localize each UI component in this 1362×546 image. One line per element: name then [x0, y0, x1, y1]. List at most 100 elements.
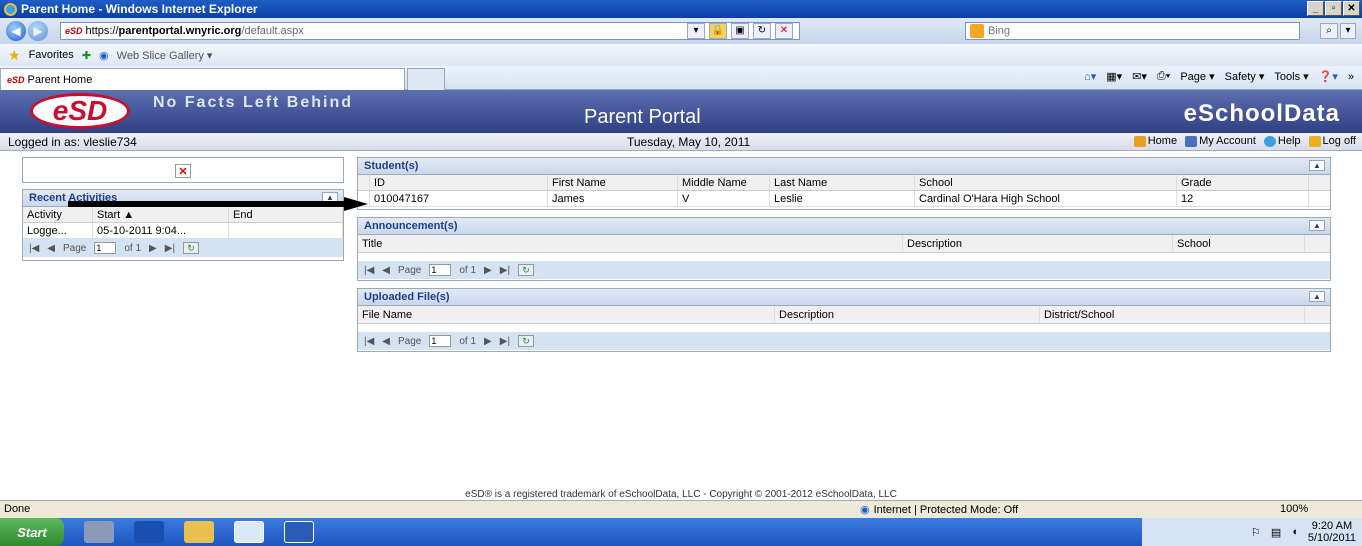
page-input[interactable] — [94, 242, 117, 254]
clock-time: 9:20 AM — [1311, 520, 1353, 532]
close-window-button[interactable]: ✕ — [1343, 1, 1360, 16]
computer-icon[interactable] — [84, 521, 114, 543]
site-favicon: eSD — [65, 26, 83, 36]
last-page-icon[interactable]: ▶| — [165, 243, 175, 254]
lock-icon[interactable]: 🔒 — [709, 23, 727, 39]
page-input[interactable] — [429, 335, 452, 347]
students-panel: Student(s) ▲ ID First Name Middle Name L… — [357, 157, 1331, 210]
home-link[interactable]: Home — [1133, 135, 1177, 147]
column-header[interactable]: Description — [903, 235, 1173, 252]
feeds-icon[interactable]: ▦▾ — [1106, 70, 1122, 83]
folder-icon[interactable] — [184, 521, 214, 543]
collapse-icon[interactable]: ▲ — [1309, 160, 1325, 171]
web-slice-icon: ◉ — [99, 49, 109, 62]
collapse-icon[interactable]: ▲ — [1309, 291, 1325, 302]
compat-view-icon[interactable]: ▣ — [731, 23, 749, 39]
column-header[interactable]: Last Name — [770, 175, 915, 190]
page-label: Page — [398, 264, 422, 276]
maximize-button[interactable]: ▫ — [1325, 1, 1342, 16]
prev-page-icon[interactable]: ◀ — [382, 336, 390, 347]
search-input[interactable]: Bing — [965, 22, 1300, 40]
portal-title: Parent Portal — [584, 106, 701, 128]
chevron-right-icon[interactable]: » — [1348, 71, 1354, 83]
next-page-icon[interactable]: ▶ — [484, 336, 492, 347]
zoom-level[interactable]: 100% — [1280, 503, 1308, 515]
refresh-icon[interactable]: ↻ — [518, 335, 535, 347]
word-icon[interactable] — [284, 521, 314, 543]
status-bar: Done ◉ Internet | Protected Mode: Off 100… — [0, 500, 1362, 518]
web-slice-gallery-link[interactable]: Web Slice Gallery ▾ — [117, 49, 213, 62]
help-command-icon[interactable]: ❓▾ — [1319, 70, 1338, 83]
my-account-link[interactable]: My Account — [1185, 135, 1256, 147]
search-icon[interactable]: ⌕ — [1320, 23, 1338, 39]
address-bar[interactable]: eSD https://parentportal.wnyric.org/defa… — [60, 22, 800, 40]
safety-menu[interactable]: Safety ▾ — [1225, 70, 1265, 83]
next-page-icon[interactable]: ▶ — [149, 243, 157, 254]
stop-icon[interactable]: ✕ — [775, 23, 793, 39]
next-page-icon[interactable]: ▶ — [484, 265, 492, 276]
column-header[interactable]: First Name — [548, 175, 678, 190]
last-page-icon[interactable]: ▶| — [500, 336, 510, 347]
broken-image-icon: ✕ — [175, 164, 191, 178]
favorites-button[interactable]: Favorites — [29, 49, 74, 61]
grid-header: File Name Description District/School — [358, 306, 1330, 324]
column-header[interactable]: District/School — [1040, 306, 1305, 323]
back-button[interactable]: ◀ — [6, 21, 26, 41]
add-favorite-icon[interactable]: ✚ — [82, 49, 91, 62]
column-header[interactable]: Description — [775, 306, 1040, 323]
table-row[interactable]: 010047167 James V Leslie Cardinal O'Hara… — [358, 191, 1330, 207]
help-link[interactable]: Help — [1263, 135, 1301, 147]
search-options-icon[interactable]: ▾ — [1340, 23, 1356, 39]
first-page-icon[interactable]: |◀ — [29, 243, 39, 254]
page-input[interactable] — [429, 264, 452, 276]
tools-menu[interactable]: Tools ▾ — [1274, 70, 1308, 83]
url-host: parentportal.wnyric.org — [118, 25, 242, 37]
home-command-icon[interactable]: ⌂▾ — [1084, 70, 1096, 83]
column-header[interactable]: School — [1173, 235, 1305, 252]
start-button[interactable]: Start — [0, 518, 64, 546]
mail-icon[interactable]: ✉▾ — [1132, 70, 1147, 83]
dropdown-icon[interactable]: ▾ — [687, 23, 705, 39]
page-menu[interactable]: Page ▾ — [1180, 70, 1214, 83]
clock[interactable]: 9:20 AM 5/10/2011 — [1308, 520, 1356, 544]
print-icon[interactable]: ⎙▾ — [1157, 70, 1170, 83]
collapse-icon[interactable]: ▲ — [1309, 220, 1325, 231]
tagline: No Facts Left Behind — [153, 94, 354, 111]
account-icon — [1185, 135, 1198, 147]
new-tab-button[interactable] — [407, 68, 445, 90]
prev-page-icon[interactable]: ◀ — [382, 265, 390, 276]
column-header[interactable]: Title — [358, 235, 903, 252]
prev-page-icon[interactable]: ◀ — [47, 243, 55, 254]
column-header[interactable]: Middle Name — [678, 175, 770, 190]
powershell-icon[interactable] — [134, 521, 164, 543]
first-page-icon[interactable]: |◀ — [364, 265, 374, 276]
network-icon[interactable]: ▤ — [1271, 526, 1281, 539]
cell — [229, 223, 343, 238]
internet-explorer-icon[interactable] — [234, 521, 264, 543]
tab-parent-home[interactable]: eSD Parent Home — [0, 68, 405, 90]
column-header[interactable]: ID — [370, 175, 548, 190]
page-count: of 1 — [124, 242, 142, 254]
last-page-icon[interactable]: ▶| — [500, 265, 510, 276]
column-header[interactable]: Grade — [1177, 175, 1309, 190]
help-label: Help — [1277, 135, 1301, 147]
forward-button[interactable]: ▶ — [28, 21, 48, 41]
ie-icon — [4, 2, 17, 16]
cell: V — [678, 191, 770, 206]
portal-banner: eSD No Facts Left Behind Parent Portal e… — [0, 90, 1362, 133]
refresh-icon[interactable]: ↻ — [753, 23, 771, 39]
search-placeholder: Bing — [988, 25, 1011, 37]
log-off-link[interactable]: Log off — [1308, 135, 1356, 147]
security-zone[interactable]: ◉ Internet | Protected Mode: Off — [860, 503, 1018, 517]
image-placeholder-box: ✕ — [22, 157, 344, 183]
refresh-icon[interactable]: ↻ — [518, 264, 535, 276]
refresh-icon[interactable]: ↻ — [183, 242, 200, 254]
flag-icon[interactable]: ⚐ — [1251, 526, 1261, 539]
table-row[interactable]: Logge... 05-10-2011 9:04... — [23, 223, 343, 239]
minimize-button[interactable]: _ — [1307, 1, 1324, 16]
column-header[interactable]: File Name — [358, 306, 775, 323]
first-page-icon[interactable]: |◀ — [364, 336, 374, 347]
column-header[interactable]: School — [915, 175, 1177, 190]
tab-title: Parent Home — [27, 73, 93, 86]
volume-icon[interactable]: ◖ — [1291, 526, 1298, 538]
